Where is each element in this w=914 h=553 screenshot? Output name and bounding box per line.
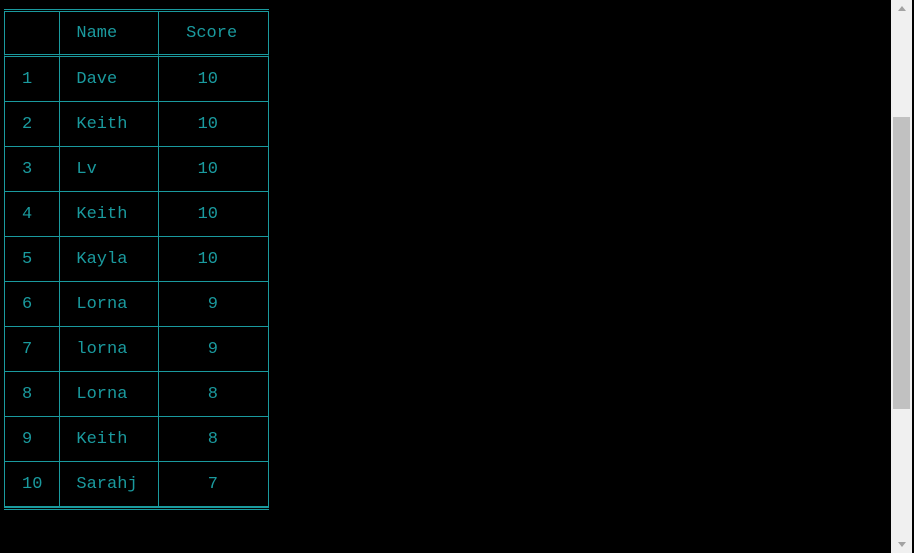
name-cell: lorna [59,327,159,372]
header-score: Score [158,12,269,57]
scoreboard-table: Name Score 1 Dave 10 2 Keith 10 3 Lv 10 … [4,9,269,510]
rank-cell: 8 [4,372,60,417]
scrollbar-thumb[interactable] [893,117,910,409]
name-cell: Dave [59,57,159,102]
name-cell: Keith [59,102,159,147]
table-row: 1 Dave 10 [4,57,269,102]
score-cell: 10 [158,237,269,282]
rank-cell: 7 [4,327,60,372]
name-cell: Kayla [59,237,159,282]
table-row: 10 Sarahj 7 [4,462,269,507]
rank-cell: 5 [4,237,60,282]
score-cell: 10 [158,102,269,147]
chevron-down-icon [897,542,906,547]
rank-cell: 1 [4,57,60,102]
table-row: 6 Lorna 9 [4,282,269,327]
rank-cell: 10 [4,462,60,507]
scroll-down-button[interactable] [891,536,912,553]
name-cell: Sarahj [59,462,159,507]
table-row: 4 Keith 10 [4,192,269,237]
score-cell: 10 [158,57,269,102]
chevron-up-icon [897,6,906,11]
scroll-up-button[interactable] [891,0,912,17]
score-cell: 9 [158,327,269,372]
scoreboard-container: Name Score 1 Dave 10 2 Keith 10 3 Lv 10 … [4,9,269,510]
name-cell: Lorna [59,372,159,417]
rank-cell: 4 [4,192,60,237]
rank-cell: 3 [4,147,60,192]
score-cell: 10 [158,147,269,192]
score-cell: 7 [158,462,269,507]
table-row: 8 Lorna 8 [4,372,269,417]
table-row: 2 Keith 10 [4,102,269,147]
score-cell: 8 [158,372,269,417]
table-row: 7 lorna 9 [4,327,269,372]
name-cell: Keith [59,192,159,237]
name-cell: Lorna [59,282,159,327]
table-row: 5 Kayla 10 [4,237,269,282]
score-cell: 10 [158,192,269,237]
table-row: 3 Lv 10 [4,147,269,192]
table-row: 9 Keith 8 [4,417,269,462]
table-header-row: Name Score [4,12,269,57]
rank-cell: 6 [4,282,60,327]
rank-cell: 2 [4,102,60,147]
header-rank [4,12,60,57]
rank-cell: 9 [4,417,60,462]
score-cell: 8 [158,417,269,462]
name-cell: Keith [59,417,159,462]
name-cell: Lv [59,147,159,192]
score-cell: 9 [158,282,269,327]
header-name: Name [59,12,159,57]
vertical-scrollbar[interactable] [891,0,912,553]
